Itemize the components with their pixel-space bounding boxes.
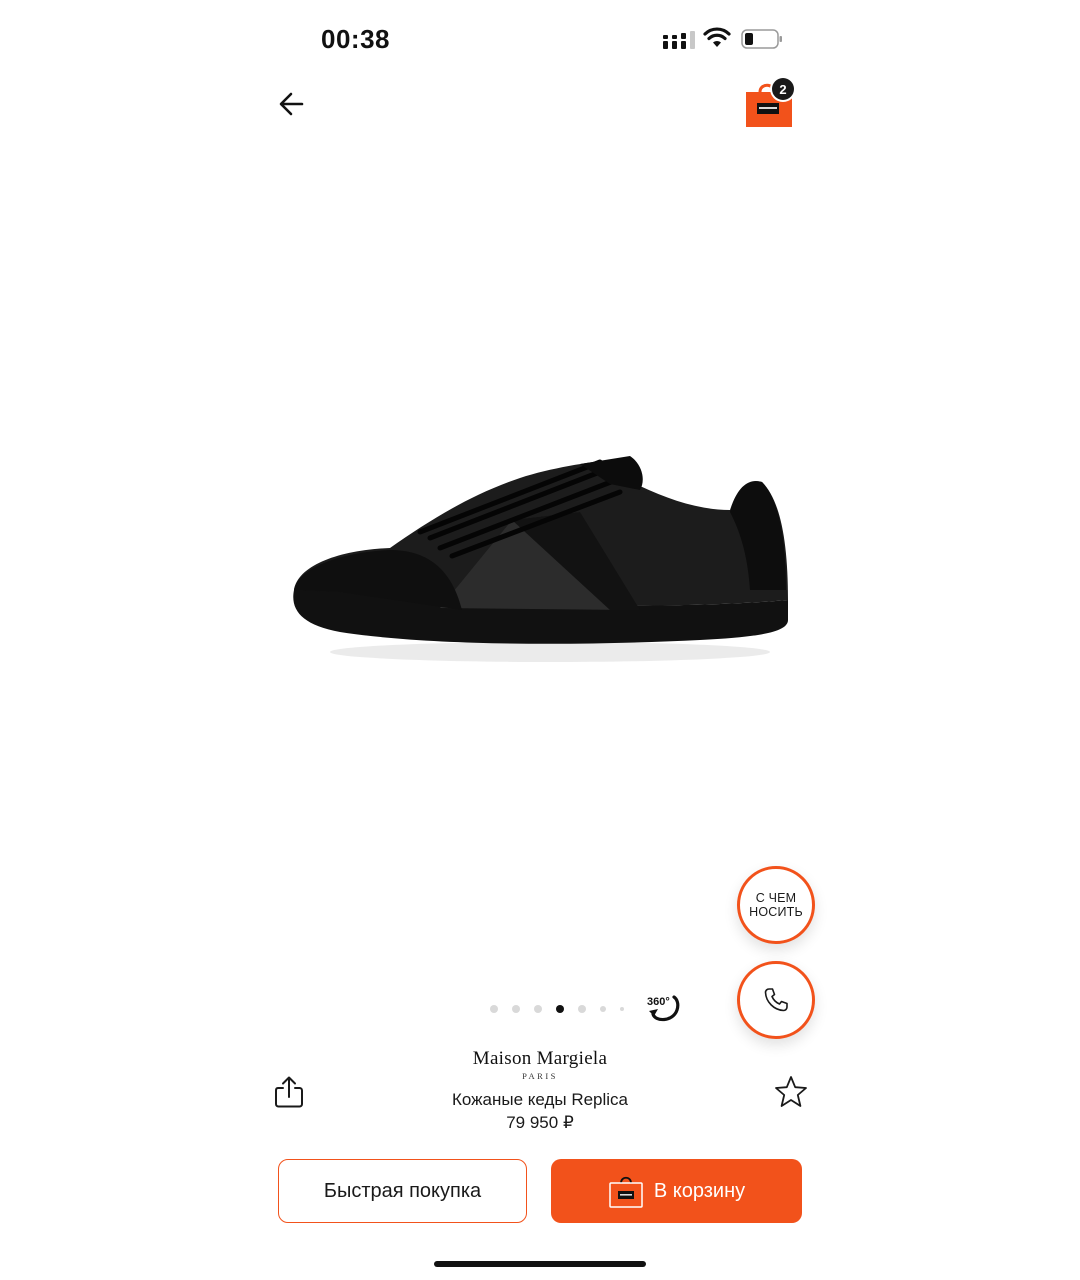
carousel-dot[interactable] bbox=[534, 1005, 542, 1013]
product-title: Кожаные кеды Replica bbox=[451, 1090, 629, 1109]
product-image[interactable] bbox=[280, 440, 800, 680]
carousel-dot[interactable] bbox=[600, 1006, 606, 1012]
product-price: 79 950 ₽ bbox=[506, 1113, 574, 1132]
home-indicator bbox=[434, 1261, 646, 1267]
carousel-dot[interactable] bbox=[620, 1007, 624, 1011]
carousel-dot[interactable] bbox=[490, 1005, 498, 1013]
quick-buy-button[interactable]: Быстрая покупка bbox=[278, 1159, 527, 1223]
battery-icon bbox=[741, 29, 782, 49]
view-360-button[interactable]: 360° bbox=[645, 992, 683, 1024]
add-to-cart-label: В корзину bbox=[653, 1179, 746, 1202]
outfit-suggestion-label: С ЧЕМ НОСИТЬ bbox=[749, 891, 803, 919]
cart-button[interactable]: 2 bbox=[744, 78, 796, 130]
quick-buy-label: Быстрая покупка bbox=[323, 1179, 482, 1202]
carousel-dots bbox=[490, 1003, 624, 1015]
arrow-left-icon[interactable] bbox=[274, 86, 310, 122]
add-to-cart-button[interactable]: В корзину bbox=[551, 1159, 802, 1223]
carousel-dot[interactable] bbox=[578, 1005, 586, 1013]
status-time: 00:38 bbox=[321, 24, 390, 54]
star-icon[interactable] bbox=[773, 1074, 809, 1110]
phone-icon bbox=[764, 988, 788, 1012]
brand-name: Maison Margiela bbox=[472, 1048, 608, 1069]
shopping-bag-icon bbox=[609, 1176, 643, 1208]
wifi-icon bbox=[703, 27, 731, 47]
brand-subtitle: PARIS bbox=[522, 1071, 558, 1081]
call-button[interactable] bbox=[737, 961, 815, 1039]
cart-count-badge: 2 bbox=[772, 78, 794, 100]
share-icon[interactable] bbox=[273, 1074, 305, 1110]
outfit-suggestion-button[interactable]: С ЧЕМ НОСИТЬ bbox=[737, 866, 815, 944]
carousel-dot[interactable] bbox=[512, 1005, 520, 1013]
brand-logo[interactable]: Maison Margiela PARIS bbox=[440, 1048, 640, 1081]
cellular-signal-icon bbox=[663, 31, 695, 49]
carousel-dot-active[interactable] bbox=[556, 1005, 564, 1013]
360-rotate-icon bbox=[649, 995, 680, 1022]
